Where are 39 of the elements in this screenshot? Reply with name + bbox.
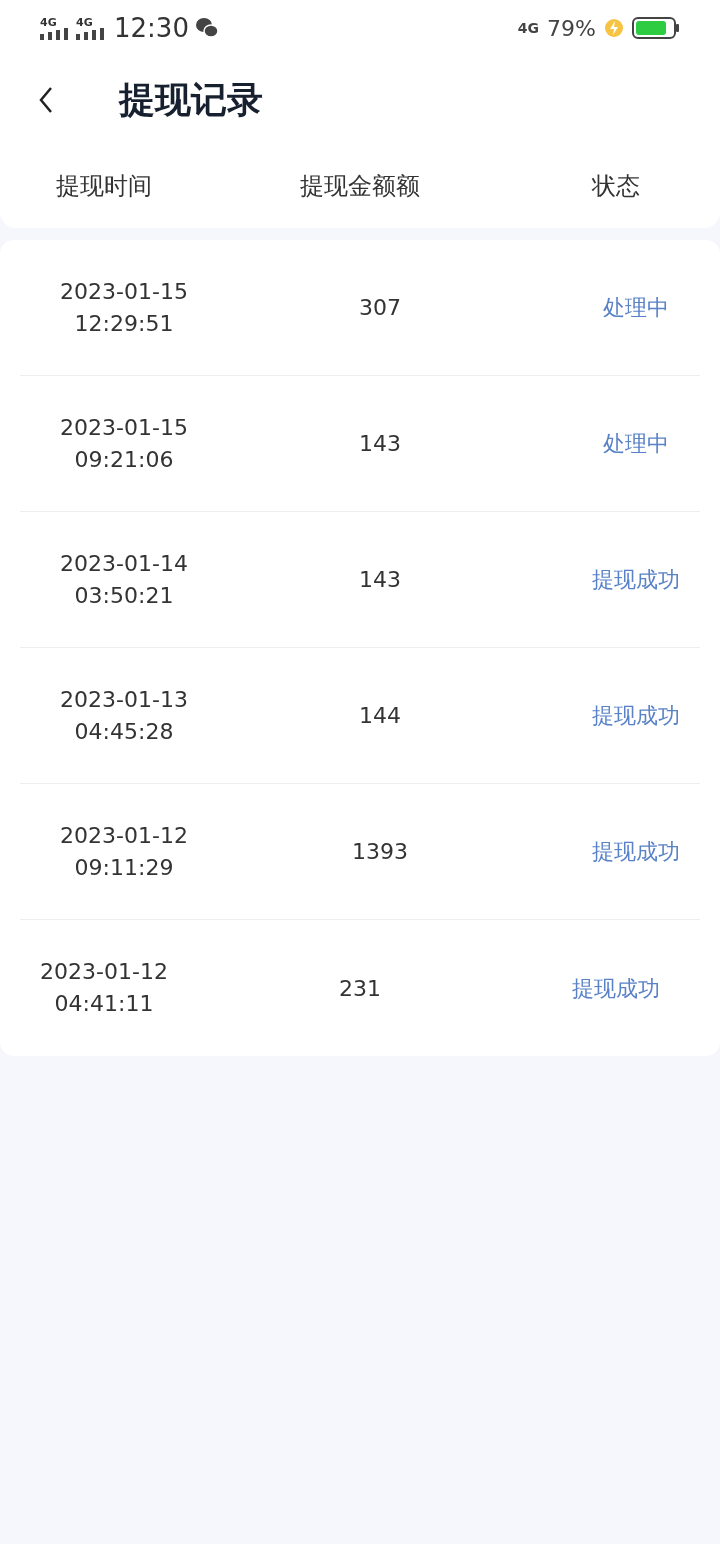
record-amount: 143	[359, 566, 401, 594]
record-status: 提现成功	[592, 702, 680, 730]
record-status: 提现成功	[592, 838, 680, 866]
record-time: 09:21:06	[74, 445, 174, 474]
record-time: 04:41:11	[54, 990, 154, 1018]
signal-icon	[76, 27, 106, 40]
record-amount: 307	[359, 294, 401, 322]
record-amount: 143	[359, 430, 401, 458]
battery-percent: 79%	[547, 14, 596, 43]
page-title: 提现记录	[119, 77, 263, 122]
record-date: 2023-01-14	[60, 549, 188, 578]
network-label: 4G	[76, 16, 93, 28]
record-status: 处理中	[603, 430, 669, 458]
clock-time: 12:30	[114, 11, 189, 45]
record-date: 2023-01-12	[60, 821, 188, 850]
record-date: 2023-01-12	[40, 958, 168, 986]
record-time: 03:50:21	[74, 581, 174, 610]
column-header: 状态	[592, 170, 640, 202]
chat-icon	[194, 17, 219, 39]
column-header: 提现时间	[56, 170, 152, 202]
network-label: 4G	[40, 16, 57, 28]
record-date: 2023-01-15	[60, 413, 188, 442]
record-time: 09:11:29	[74, 853, 174, 882]
record-time: 12:29:51	[74, 309, 174, 338]
record-status: 提现成功	[572, 974, 660, 1003]
record-status: 提现成功	[592, 566, 680, 594]
record-amount: 231	[339, 974, 381, 1003]
record-status: 处理中	[603, 294, 669, 322]
record-date: 2023-01-15	[60, 277, 188, 306]
record-amount: 1393	[352, 838, 408, 866]
network-label: 4G	[517, 18, 540, 38]
record-time: 04:45:28	[74, 717, 174, 746]
battery-icon	[632, 17, 680, 39]
back-icon	[38, 85, 54, 114]
charging-icon	[604, 18, 624, 38]
column-header: 提现金额额	[300, 170, 420, 202]
record-amount: 144	[359, 702, 401, 730]
signal-icon	[40, 27, 70, 40]
record-date: 2023-01-13	[60, 685, 188, 714]
